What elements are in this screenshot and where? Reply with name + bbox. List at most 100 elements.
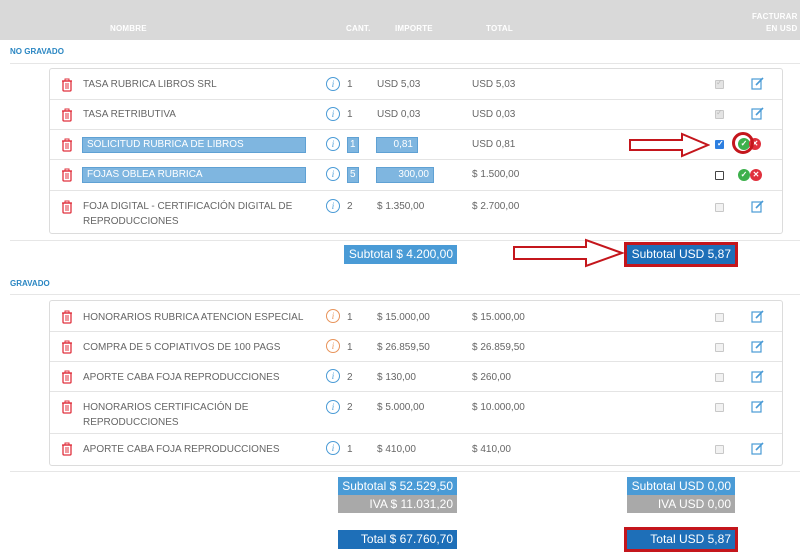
iva-ars: IVA $ 11.031,20 (338, 495, 457, 513)
annotation-arrow (513, 238, 624, 268)
facturar-usd-checkbox[interactable] (715, 343, 724, 352)
facturar-usd-checkbox[interactable] (715, 171, 724, 180)
check-circle-icon[interactable]: ✓ (738, 169, 750, 181)
info-icon[interactable]: i (326, 339, 340, 353)
item-qty-input[interactable]: 5 (347, 167, 359, 183)
edit-icon[interactable] (751, 400, 764, 413)
edit-icon[interactable] (751, 442, 764, 455)
item-qty: 2 (347, 402, 353, 413)
item-importe: $ 410,00 (377, 444, 416, 455)
item-total: USD 0,03 (472, 109, 516, 120)
edit-icon[interactable] (751, 200, 764, 213)
item-importe-input[interactable]: 300,00 (376, 167, 434, 183)
subtotal-ars: Subtotal $ 52.529,50 (338, 477, 457, 495)
trash-icon[interactable] (61, 108, 73, 122)
info-icon[interactable]: i (326, 77, 340, 91)
edit-icon[interactable] (751, 340, 764, 353)
info-icon[interactable]: i (326, 199, 340, 213)
edit-icon[interactable] (751, 107, 764, 120)
facturar-usd-checkbox[interactable] (715, 445, 724, 454)
item-name-input[interactable]: FOJAS OBLEA RUBRICA (82, 167, 306, 183)
divider (10, 471, 800, 472)
item-importe: USD 5,03 (377, 79, 421, 90)
info-icon[interactable]: i (326, 107, 340, 121)
facturar-usd-checkbox[interactable] (715, 139, 724, 149)
trash-icon[interactable] (61, 168, 73, 182)
item-total: $ 410,00 (472, 444, 511, 455)
section-no-gravado: NO GRAVADO (10, 47, 64, 56)
item-name-line1: FOJA DIGITAL - CERTIFICACIÓN DIGITAL DE (83, 201, 293, 212)
subtotal-usd: Subtotal USD 0,00 (627, 477, 735, 495)
item-qty: 1 (347, 109, 353, 120)
trash-icon[interactable] (61, 442, 73, 456)
table-header: NOMBRE CANT. IMPORTE TOTAL FACTURAR EN U… (0, 0, 800, 40)
facturar-usd-checkbox[interactable] (715, 108, 724, 119)
edit-icon[interactable] (751, 310, 764, 323)
edit-icon[interactable] (751, 370, 764, 383)
item-importe: $ 5.000,00 (377, 402, 425, 413)
table-row: FOJAS OBLEA RUBRICA i 5 300,00 $ 1.500,0… (50, 160, 782, 191)
table-row: TASA RUBRICA LIBROS SRL i 1 USD 5,03 USD… (50, 69, 782, 100)
table-row: TASA RETRIBUTIVA i 1 USD 0,03 USD 0,03 (50, 100, 782, 130)
table-row: HONORARIOS RUBRICA ATENCION ESPECIAL i 1… (50, 301, 782, 332)
col-importe: IMPORTE (395, 24, 433, 33)
item-name: APORTE CABA FOJA REPRODUCCIONES (83, 444, 280, 455)
col-nombre: NOMBRE (110, 24, 147, 33)
annotation-circle (732, 132, 754, 154)
section-gravado: GRAVADO (10, 279, 50, 288)
iva-usd: IVA USD 0,00 (627, 495, 735, 513)
info-icon[interactable]: i (326, 309, 340, 323)
annotation-box (624, 527, 738, 552)
item-total: $ 260,00 (472, 372, 511, 383)
trash-icon[interactable] (61, 200, 73, 214)
info-icon[interactable]: i (326, 441, 340, 455)
item-qty: 1 (347, 444, 353, 455)
item-name: APORTE CABA FOJA REPRODUCCIONES (83, 372, 280, 383)
table-row: APORTE CABA FOJA REPRODUCCIONES i 1 $ 41… (50, 434, 782, 465)
trash-icon[interactable] (61, 370, 73, 384)
annotation-arrow (629, 132, 710, 158)
facturar-usd-checkbox[interactable] (715, 373, 724, 382)
info-icon[interactable]: i (326, 137, 340, 151)
info-icon[interactable]: i (326, 400, 340, 414)
divider (10, 63, 800, 64)
trash-icon[interactable] (61, 138, 73, 152)
item-qty-input[interactable]: 1 (347, 137, 359, 153)
item-importe: $ 26.859,50 (377, 342, 430, 353)
table-row: HONORARIOS CERTIFICACIÓN DE REPRODUCCION… (50, 392, 782, 434)
facturar-usd-checkbox[interactable] (715, 203, 724, 212)
item-name-line1: HONORARIOS CERTIFICACIÓN DE (83, 402, 249, 413)
col-cant: CANT. (346, 24, 371, 33)
info-icon[interactable]: i (326, 167, 340, 181)
trash-icon[interactable] (61, 340, 73, 354)
table-row: FOJA DIGITAL - CERTIFICACIÓN DIGITAL DE … (50, 191, 782, 233)
item-name-input[interactable]: SOLICITUD RUBRICA DE LIBROS (82, 137, 306, 153)
item-qty: 2 (347, 372, 353, 383)
gravado-card: HONORARIOS RUBRICA ATENCION ESPECIAL i 1… (49, 300, 783, 466)
item-name: TASA RUBRICA LIBROS SRL (83, 79, 217, 90)
item-importe: $ 130,00 (377, 372, 416, 383)
item-total: $ 10.000,00 (472, 402, 525, 413)
facturar-usd-checkbox[interactable] (715, 403, 724, 412)
trash-icon[interactable] (61, 310, 73, 324)
item-name-line2: REPRODUCCIONES (83, 216, 179, 227)
trash-icon[interactable] (61, 78, 73, 92)
info-icon[interactable]: i (326, 369, 340, 383)
item-total: USD 5,03 (472, 79, 516, 90)
item-name-line2: REPRODUCCIONES (83, 417, 179, 428)
item-name: COMPRA DE 5 COPIATIVOS DE 100 PAGS (83, 342, 281, 353)
item-total: USD 0,81 (472, 139, 516, 150)
facturar-usd-checkbox[interactable] (715, 313, 724, 322)
item-qty: 2 (347, 201, 353, 212)
divider (10, 294, 800, 295)
item-importe-input[interactable]: 0,81 (376, 137, 418, 153)
item-importe: USD 0,03 (377, 109, 421, 120)
col-en-usd: EN USD (766, 24, 798, 33)
edit-icon[interactable] (751, 77, 764, 90)
item-importe: $ 15.000,00 (377, 312, 430, 323)
trash-icon[interactable] (61, 400, 73, 414)
table-row: APORTE CABA FOJA REPRODUCCIONES i 2 $ 13… (50, 362, 782, 392)
item-name: TASA RETRIBUTIVA (83, 109, 176, 120)
x-circle-icon[interactable]: ✕ (750, 169, 762, 181)
facturar-usd-checkbox[interactable] (715, 78, 724, 89)
